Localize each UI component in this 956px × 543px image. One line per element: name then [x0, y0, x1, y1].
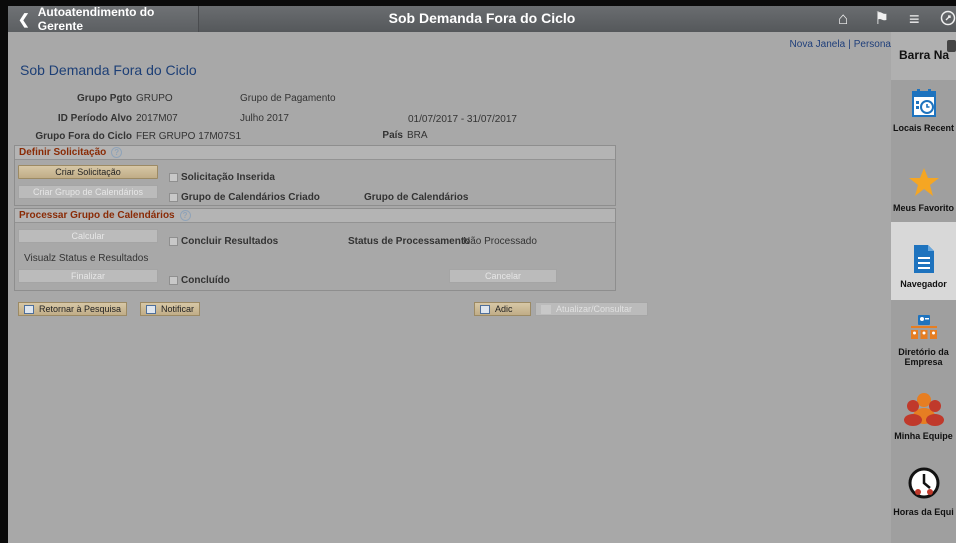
navbar-item-label: Horas da Equi: [893, 507, 954, 517]
help-icon[interactable]: ?: [179, 210, 191, 221]
search-icon: [541, 304, 551, 314]
top-links: Nova Janela | Persona: [789, 39, 891, 50]
concluir-resultados-label: Concluir Resultados: [181, 236, 279, 247]
grupo-calendarios-criado-label: Grupo de Calendários Criado: [181, 192, 320, 203]
grupo-calendarios-criado-checkbox[interactable]: Grupo de Calendários Criado: [169, 192, 320, 203]
top-header: ❮ Autoatendimento do Gerente Sob Demanda…: [8, 5, 956, 33]
calendar-clock-icon: [911, 89, 936, 117]
processar-grupo-heading: Processar Grupo de Calendários ?: [15, 209, 615, 223]
menu-icon[interactable]: ≡: [909, 10, 920, 28]
personalize-link[interactable]: Persona: [854, 39, 891, 50]
help-icon[interactable]: ?: [111, 147, 123, 158]
solicitacao-inserida-checkbox[interactable]: Solicitação Inserida: [169, 172, 275, 183]
navbar-item-recent-places[interactable]: Locais Recent: [891, 82, 956, 144]
navbar-item-label: Diretório da: [898, 347, 949, 357]
main-content: Nova Janela | Persona Sob Demanda Fora do …: [8, 32, 891, 543]
periodo-alvo-label: ID Período Alvo: [57, 113, 132, 124]
navbar-item-label: Minha Equipe: [894, 431, 953, 441]
periodo-alvo-value: 2017M07: [136, 113, 178, 124]
checkbox-box[interactable]: [169, 276, 178, 285]
navbar-title: Barra Na: [899, 48, 950, 62]
navbar-item-company-directory[interactable]: Diretório da Empresa: [891, 314, 956, 376]
criar-grupo-calendarios-button[interactable]: Criar Grupo de Calendários: [18, 185, 158, 199]
navbar-panel: Barra Na Locais Recent Meus Favorito Nav…: [891, 32, 956, 543]
definir-heading-text: Definir Solicitação: [19, 147, 107, 158]
home-icon[interactable]: ⌂: [838, 10, 848, 28]
new-window-link[interactable]: Nova Janela: [790, 39, 846, 50]
checkbox-box[interactable]: [169, 237, 178, 246]
back-button[interactable]: ❮ Autoatendimento do Gerente: [8, 5, 199, 33]
chevron-left-icon: ❮: [18, 10, 30, 27]
cancelar-button[interactable]: Cancelar: [449, 269, 557, 283]
checkbox-box[interactable]: [169, 173, 178, 182]
org-chart-icon: [910, 315, 937, 339]
team-clock-icon: [908, 467, 939, 499]
add-icon: [480, 304, 490, 314]
return-icon: [24, 304, 34, 314]
grupo-calendarios-label: Grupo de Calendários: [364, 192, 469, 203]
document-icon: [913, 245, 934, 273]
navbar-close-handle[interactable]: [947, 40, 956, 52]
navbar-item-favorites[interactable]: Meus Favorito: [891, 162, 956, 222]
status-processamento-value: Não Processado: [463, 236, 537, 247]
navbar-item-label-2: Empresa: [904, 357, 943, 367]
concluido-checkbox[interactable]: Concluído: [169, 275, 230, 286]
grupo-pgto-value: GRUPO: [136, 93, 173, 104]
mail-icon: [146, 304, 156, 314]
navbar-item-navigator[interactable]: Navegador: [891, 222, 956, 300]
notificar-button[interactable]: Notificar: [140, 302, 201, 316]
navbar-item-team-time[interactable]: Horas da Equi: [891, 466, 956, 528]
navbar-item-label: Meus Favorito: [892, 203, 954, 213]
navbar-item-label: Navegador: [900, 279, 947, 289]
grupo-pgto-label: Grupo Pgto: [77, 93, 132, 104]
adic-button[interactable]: Adic: [474, 302, 531, 316]
concluido-label: Concluído: [181, 275, 230, 286]
back-button-label: Autoatendimento do Gerente: [37, 5, 155, 33]
team-icon: [903, 393, 944, 426]
atualizar-label: Atualizar/Consultar: [556, 304, 633, 314]
grupo-pgto-desc: Grupo de Pagamento: [240, 93, 336, 104]
criar-solicitacao-button[interactable]: Criar Solicitação: [18, 165, 158, 179]
star-icon: [908, 168, 939, 196]
processar-heading-text: Processar Grupo de Calendários: [19, 210, 175, 221]
solicitacao-inserida-label: Solicitação Inserida: [181, 172, 275, 183]
finalizar-button[interactable]: Finalizar: [18, 269, 158, 283]
periodo-alvo-desc: Julho 2017: [240, 113, 289, 124]
periodo-range: 01/07/2017 - 31/07/2017: [408, 114, 517, 125]
pais-label: País: [382, 130, 403, 141]
pais-value: BRA: [407, 130, 428, 141]
grupo-fora-ciclo-label: Grupo Fora do Ciclo: [35, 131, 132, 142]
page-title: Sob Demanda Fora do Ciclo: [20, 62, 197, 78]
retornar-label: Retornar à Pesquisa: [39, 304, 122, 314]
calcular-button[interactable]: Calcular: [18, 229, 158, 243]
definir-solicitacao-heading: Definir Solicitação ?: [15, 146, 615, 160]
flag-icon[interactable]: ⚑: [874, 10, 889, 28]
navbar-item-label: Locais Recent: [892, 123, 955, 133]
notificar-label: Notificar: [161, 304, 195, 314]
navbar-icon[interactable]: [940, 10, 956, 30]
concluir-resultados-checkbox[interactable]: Concluir Resultados: [169, 236, 278, 247]
atualizar-consultar-button[interactable]: Atualizar/Consultar: [535, 302, 648, 316]
navbar-header: Barra Na: [891, 32, 956, 80]
adic-label: Adic: [495, 304, 513, 314]
visualz-status-link[interactable]: Visualz Status e Resultados: [24, 253, 148, 264]
retornar-pesquisa-button[interactable]: Retornar à Pesquisa: [18, 302, 128, 316]
checkbox-box[interactable]: [169, 193, 178, 202]
grupo-fora-ciclo-value: FER GRUPO 17M07S1: [136, 131, 242, 142]
navbar-item-my-team[interactable]: Minha Equipe: [891, 392, 956, 452]
status-processamento-label: Status de Processamento: [348, 236, 471, 247]
